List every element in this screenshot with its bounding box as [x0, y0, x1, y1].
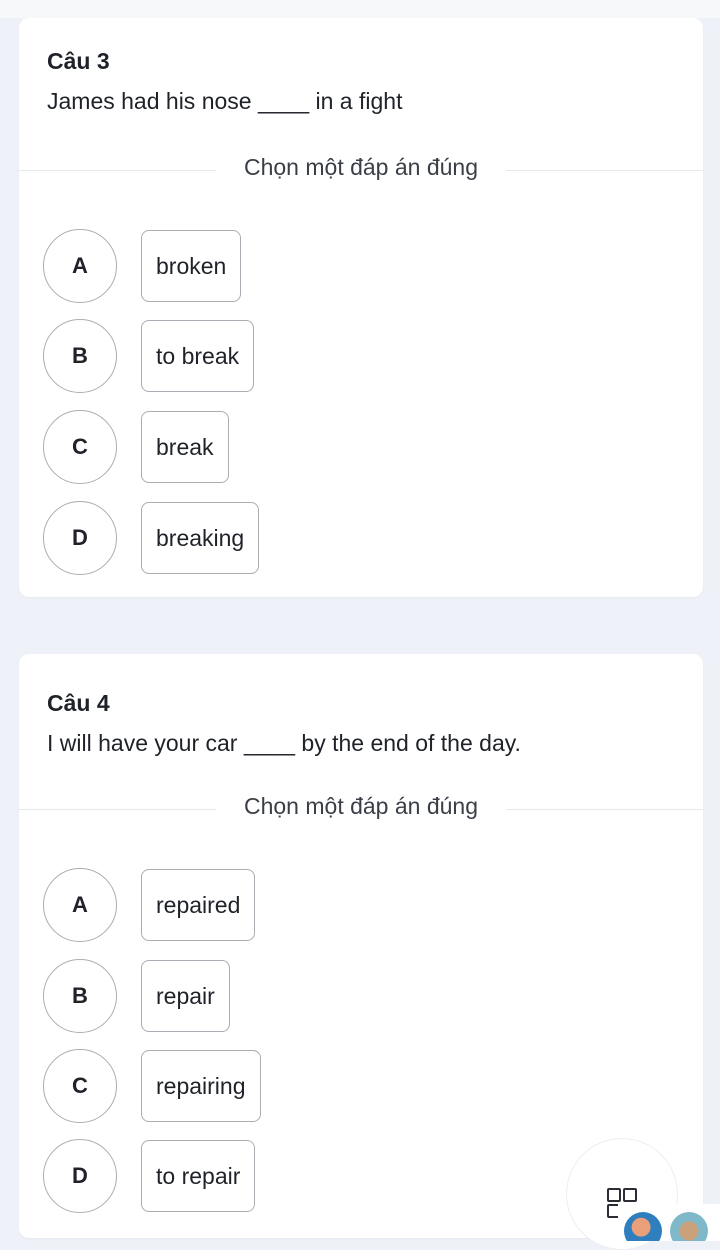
option-a[interactable]: A repaired [43, 867, 256, 943]
option-text[interactable]: broken [141, 230, 242, 302]
question-title: Câu 3 [47, 48, 110, 74]
option-text[interactable]: repairing [141, 1050, 261, 1122]
option-letter[interactable]: B [43, 319, 117, 393]
option-letter[interactable]: D [43, 1139, 117, 1213]
option-d[interactable]: D breaking [43, 500, 260, 576]
option-letter[interactable]: C [43, 1049, 117, 1123]
question-title: Câu 4 [47, 690, 110, 716]
option-text[interactable]: to break [141, 320, 255, 392]
option-c[interactable]: C repairing [43, 1048, 261, 1124]
option-letter[interactable]: A [43, 868, 117, 942]
option-text[interactable]: breaking [141, 502, 260, 574]
choose-one-label: Chọn một đáp án đúng [215, 793, 507, 820]
question-text: I will have your car ____ by the end of … [47, 730, 521, 756]
option-b[interactable]: B to break [43, 318, 255, 394]
option-text[interactable]: repaired [141, 869, 256, 941]
option-letter[interactable]: B [43, 959, 117, 1033]
option-text[interactable]: break [141, 411, 229, 483]
option-a[interactable]: A broken [43, 228, 242, 304]
option-letter[interactable]: A [43, 229, 117, 303]
chat-heads[interactable] [618, 1204, 720, 1241]
option-d[interactable]: D to repair [43, 1138, 256, 1214]
question-card-3: Câu 3 James had his nose ____ in a fight… [19, 18, 703, 597]
option-b[interactable]: B repair [43, 958, 230, 1034]
top-strip [0, 0, 720, 18]
option-text[interactable]: repair [141, 960, 230, 1032]
avatar[interactable] [624, 1212, 662, 1241]
option-letter[interactable]: C [43, 410, 117, 484]
avatar[interactable] [670, 1212, 708, 1241]
choose-one-label: Chọn một đáp án đúng [215, 154, 507, 181]
option-letter[interactable]: D [43, 501, 117, 575]
option-c[interactable]: C break [43, 409, 229, 485]
option-text[interactable]: to repair [141, 1140, 256, 1212]
question-text: James had his nose ____ in a fight [47, 88, 403, 114]
